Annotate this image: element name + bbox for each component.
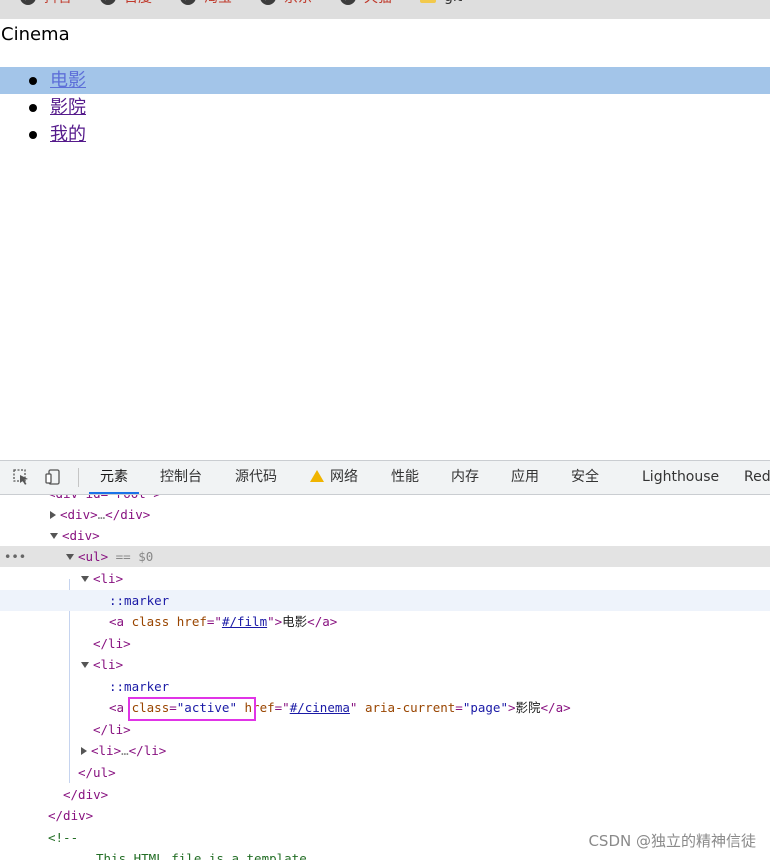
tree-row-hover[interactable]: ::marker: [0, 590, 770, 611]
tab-security[interactable]: 安全: [571, 461, 599, 494]
tab-lighthouse[interactable]: Lighthouse: [642, 461, 719, 494]
tab-sources[interactable]: 源代码: [235, 461, 277, 494]
tab-performance[interactable]: 性能: [391, 461, 419, 494]
globe-icon: [260, 0, 276, 5]
nav-item-mine: 我的: [0, 121, 770, 148]
tab-memory[interactable]: 内存: [451, 461, 479, 494]
tree-row[interactable]: <div id="root">: [0, 495, 770, 504]
expand-arrow-icon[interactable]: [50, 511, 56, 519]
collapse-arrow-icon[interactable]: [81, 662, 89, 668]
tree-row[interactable]: </li>: [0, 633, 770, 654]
tab-elements[interactable]: 元素: [89, 461, 139, 494]
tree-row[interactable]: <a class href="#/film">电影</a>: [0, 611, 770, 632]
annotation-highlight-box: [128, 697, 256, 721]
tree-row[interactable]: <li>: [0, 568, 770, 589]
tab-console[interactable]: 控制台: [160, 461, 202, 494]
toolbar-separator: [78, 468, 79, 487]
bookmark-douyin[interactable]: 抖音: [20, 0, 72, 8]
bookmark-tmall[interactable]: 天猫: [340, 0, 392, 8]
tree-row[interactable]: <div>: [0, 525, 770, 546]
bookmark-git[interactable]: git: [420, 0, 462, 8]
nav-item-film: 电影: [0, 67, 770, 94]
collapse-arrow-icon[interactable]: [50, 533, 58, 539]
watermark: CSDN @独立的精神信徒: [588, 832, 756, 850]
expand-arrow-icon[interactable]: [81, 747, 87, 755]
tree-row[interactable]: ::marker: [0, 676, 770, 697]
folder-icon: [420, 0, 436, 3]
elements-tree: <div id="root"> <div>…</div> <div> ••• <…: [0, 495, 770, 860]
nav-link-mine[interactable]: 我的: [50, 121, 86, 148]
tree-row[interactable]: <a class="active" href="#/cinema" aria-c…: [0, 697, 770, 718]
globe-icon: [20, 0, 36, 5]
inspect-element-icon[interactable]: [13, 469, 29, 485]
tree-row[interactable]: </div>: [0, 784, 770, 805]
collapse-arrow-icon[interactable]: [66, 554, 74, 560]
page-title: Cinema: [1, 24, 70, 45]
bookmark-taobao[interactable]: 淘宝: [180, 0, 232, 8]
tab-redux[interactable]: Red: [744, 461, 770, 494]
globe-icon: [180, 0, 196, 5]
collapse-arrow-icon[interactable]: [81, 576, 89, 582]
nav-item-cinema: 影院: [0, 94, 770, 121]
tree-row[interactable]: </ul>: [0, 762, 770, 783]
warning-icon: [310, 470, 324, 482]
devtools-tabbar: 元素 控制台 源代码 网络 性能 内存 应用 安全 Lighthouse Red: [0, 461, 770, 495]
globe-icon: [100, 0, 116, 5]
tree-row[interactable]: <li>…</li>: [0, 740, 770, 761]
tab-network[interactable]: 网络: [310, 461, 358, 494]
href-link-film[interactable]: #/film: [222, 614, 267, 629]
tree-row[interactable]: <div>…</div>: [0, 504, 770, 525]
tree-row[interactable]: </li>: [0, 719, 770, 740]
devtools-panel: 元素 控制台 源代码 网络 性能 内存 应用 安全 Lighthouse Red…: [0, 460, 770, 860]
globe-icon: [340, 0, 356, 5]
nav-link-film[interactable]: 电影: [50, 67, 86, 94]
tree-row-selected[interactable]: ••• <ul> == $0: [0, 546, 770, 567]
bookmarks-bar: 抖音 百度 淘宝 京东 天猫 git: [0, 0, 770, 19]
nav-link-cinema[interactable]: 影院: [50, 94, 86, 121]
href-link-cinema[interactable]: #/cinema: [290, 700, 350, 715]
tree-row[interactable]: </div>: [0, 805, 770, 826]
bookmark-jd[interactable]: 京东: [260, 0, 312, 8]
bookmark-baidu[interactable]: 百度: [100, 0, 152, 8]
tab-application[interactable]: 应用: [511, 461, 539, 494]
more-options-icon[interactable]: •••: [4, 546, 26, 567]
device-toggle-icon[interactable]: [45, 469, 61, 485]
nav-list: 电影 影院 我的: [0, 67, 770, 148]
tree-row[interactable]: <li>: [0, 654, 770, 675]
